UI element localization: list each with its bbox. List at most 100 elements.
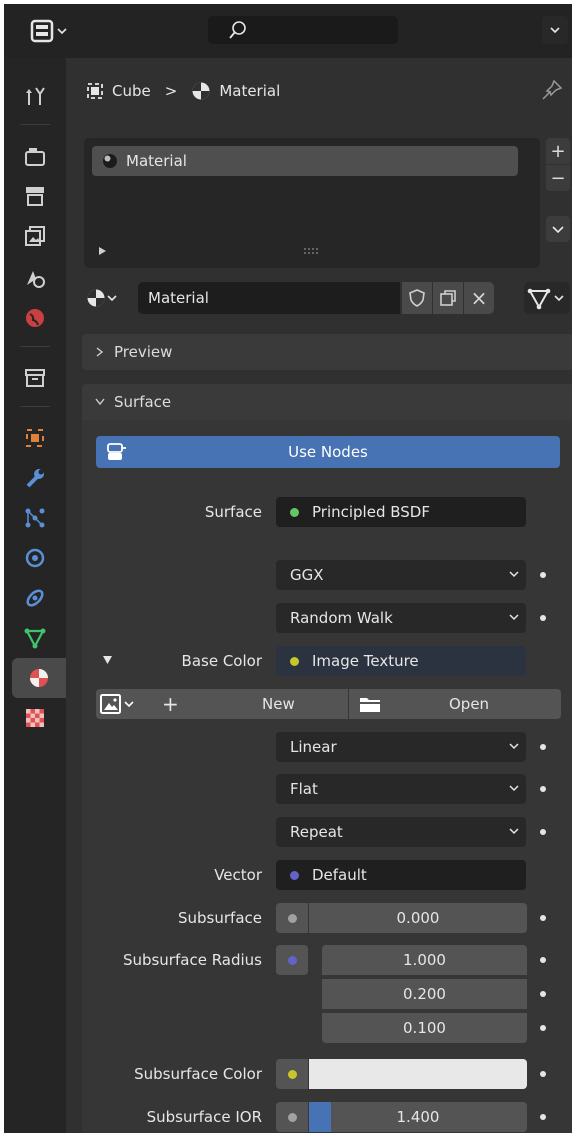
open-image-button[interactable]: Open <box>349 689 561 719</box>
remove-slot-button[interactable]: − <box>546 165 570 191</box>
subsurface-slider[interactable]: 0.000 <box>309 903 527 933</box>
keyframe-dot[interactable] <box>540 915 546 921</box>
base-color-value: Image Texture <box>312 652 419 670</box>
surface-shader-selector[interactable]: Principled BSDF <box>276 497 526 527</box>
subsurface-radius-link-button[interactable] <box>276 945 308 975</box>
interpolation-dropdown[interactable]: Linear <box>276 732 526 762</box>
projection-value: Flat <box>290 780 318 798</box>
properties-tabs <box>4 58 66 1133</box>
resize-handle-icon[interactable] <box>302 246 322 256</box>
surface-shader-value: Principled BSDF <box>312 503 430 521</box>
slider-fill <box>309 1102 331 1132</box>
radius-y-value: 0.200 <box>403 985 446 1003</box>
texture-icon <box>26 709 44 727</box>
material-icon <box>192 82 210 100</box>
keyframe-dot[interactable] <box>540 1025 546 1031</box>
keyframe-dot[interactable] <box>540 786 546 792</box>
tab-world[interactable] <box>4 298 66 338</box>
keyframe-dot[interactable] <box>540 957 546 963</box>
material-slot-item[interactable]: Material <box>92 146 518 176</box>
keyframe-dot[interactable] <box>540 572 546 578</box>
subsurface-link-button[interactable] <box>276 903 308 933</box>
new-image-button[interactable]: + New <box>148 689 348 719</box>
editor-type-button[interactable] <box>30 19 70 43</box>
vector-input-selector[interactable]: Default <box>276 860 526 890</box>
browse-image-button[interactable] <box>96 689 148 719</box>
keyframe-dot[interactable] <box>540 615 546 621</box>
fake-user-button[interactable] <box>402 282 432 314</box>
unlink-material-button[interactable]: × <box>464 282 494 314</box>
add-slot-button[interactable]: + <box>546 138 570 164</box>
material-slot-list[interactable]: Material <box>84 138 540 268</box>
radius-z-field[interactable]: 0.100 <box>322 1013 527 1043</box>
extension-dropdown[interactable]: Repeat <box>276 817 526 847</box>
tab-view-layer[interactable] <box>4 216 66 256</box>
radius-x-field[interactable]: 1.000 <box>322 945 527 975</box>
keyframe-dot[interactable] <box>540 829 546 835</box>
breadcrumb: Cube > Material <box>86 76 280 106</box>
material-name-field[interactable]: Material <box>138 282 400 314</box>
use-nodes-button[interactable]: Use Nodes <box>96 436 560 468</box>
tab-data[interactable] <box>4 618 66 658</box>
preview-panel-header[interactable]: Preview <box>82 334 572 370</box>
use-nodes-label: Use Nodes <box>288 443 368 461</box>
chevron-right-icon <box>96 347 104 357</box>
subsurface-color-link-button[interactable] <box>276 1059 308 1089</box>
link-mode-dropdown[interactable] <box>524 282 570 314</box>
vector-socket-icon <box>287 955 297 965</box>
vector-socket-icon <box>290 870 299 880</box>
projection-dropdown[interactable]: Flat <box>276 774 526 804</box>
tab-physics[interactable] <box>4 538 66 578</box>
vector-label: Vector <box>214 866 262 884</box>
subsurface-color-swatch[interactable] <box>309 1059 527 1089</box>
tab-scene[interactable] <box>4 258 66 298</box>
keyframe-dot[interactable] <box>540 1071 546 1077</box>
tab-output[interactable] <box>4 176 66 216</box>
keyframe-dot[interactable] <box>540 1114 546 1120</box>
mesh-object-icon <box>87 83 103 99</box>
pin-icon <box>542 79 563 100</box>
tool-icon <box>26 87 45 105</box>
keyframe-dot[interactable] <box>540 991 546 997</box>
duplicate-material-button[interactable] <box>433 282 463 314</box>
view-layer-icon <box>25 226 45 246</box>
distribution-dropdown[interactable]: GGX <box>276 560 526 590</box>
tab-object[interactable] <box>4 418 66 458</box>
pin-button[interactable] <box>538 78 564 104</box>
expand-triangle-icon[interactable] <box>98 246 108 256</box>
slot-specials-button[interactable] <box>546 216 570 242</box>
tab-particles[interactable] <box>4 498 66 538</box>
tab-texture[interactable] <box>4 698 66 738</box>
subsurface-method-dropdown[interactable]: Random Walk <box>276 603 526 633</box>
subsurface-color-label: Subsurface Color <box>134 1065 262 1083</box>
surface-panel-label: Surface <box>114 393 172 411</box>
tab-material[interactable] <box>12 658 66 698</box>
surface-panel-header[interactable]: Surface <box>82 384 572 420</box>
chevron-down-icon <box>509 571 519 578</box>
radius-z-value: 0.100 <box>403 1019 446 1037</box>
breadcrumb-separator: > <box>164 82 178 100</box>
base-color-input-selector[interactable]: Image Texture <box>276 646 526 676</box>
search-input[interactable] <box>208 16 398 44</box>
tab-modifiers[interactable] <box>4 458 66 498</box>
particles-icon <box>25 508 45 528</box>
chevron-down-icon <box>509 614 519 621</box>
keyframe-dot[interactable] <box>540 744 546 750</box>
tab-tool[interactable] <box>4 76 66 116</box>
subsurface-radius-label: Subsurface Radius <box>122 951 262 969</box>
tab-render[interactable] <box>4 136 66 176</box>
options-dropdown[interactable] <box>542 16 568 44</box>
open-image-label: Open <box>449 695 490 713</box>
material-slot-label: Material <box>126 152 187 170</box>
subsurface-ior-slider[interactable]: 1.400 <box>309 1102 527 1132</box>
collapse-triangle-icon[interactable] <box>102 654 114 666</box>
tab-constraints[interactable] <box>4 578 66 618</box>
material-name: Material <box>148 289 209 307</box>
constraints-icon <box>26 589 44 607</box>
subsurface-ior-link-button[interactable] <box>276 1102 308 1132</box>
browse-material-button[interactable] <box>84 282 136 314</box>
radius-y-field[interactable]: 0.200 <box>322 979 527 1009</box>
tab-collection[interactable] <box>4 358 66 398</box>
scene-icon <box>27 271 45 288</box>
material-sphere-icon <box>103 154 117 168</box>
